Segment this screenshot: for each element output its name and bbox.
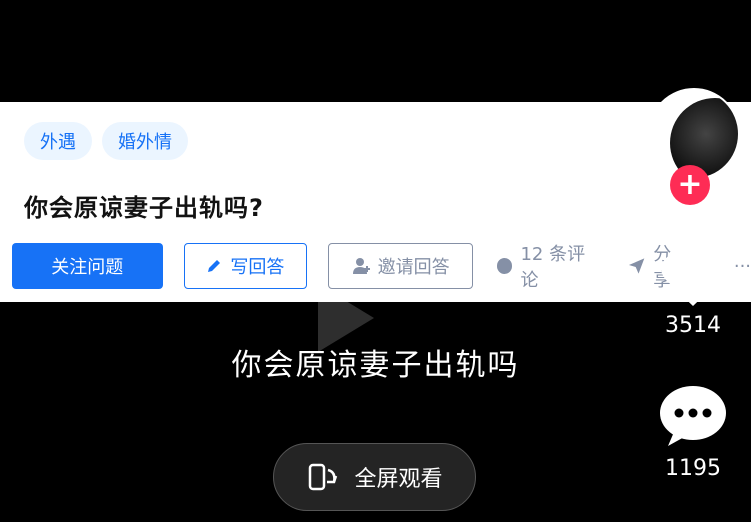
- invite-answer-button[interactable]: 邀请回答: [328, 243, 474, 289]
- question-actions: 关注问题 写回答 邀请回答 12 条评论 分享 ···: [12, 240, 751, 292]
- tag-list: 外遇 婚外情: [24, 122, 188, 160]
- write-answer-button[interactable]: 写回答: [183, 243, 308, 289]
- tag-affair[interactable]: 外遇: [24, 122, 92, 160]
- comments-link[interactable]: 12 条评论: [497, 240, 600, 292]
- write-answer-label: 写回答: [230, 257, 285, 278]
- like-count: 3514: [665, 313, 721, 338]
- pencil-icon: [208, 260, 221, 272]
- comment-count: 1195: [665, 456, 721, 481]
- follow-plus-button[interactable]: +: [670, 165, 710, 205]
- share-icon: [628, 258, 645, 274]
- follow-question-label: 关注问题: [51, 257, 124, 278]
- comment-bubble-icon[interactable]: [658, 384, 728, 448]
- fullscreen-button[interactable]: 全屏观看: [273, 443, 476, 511]
- rotate-screen-icon: [309, 463, 338, 491]
- comment-icon: [497, 258, 513, 274]
- question-card: 外遇 婚外情 你会原谅妻子出轨吗? 关注问题 写回答 邀请回答 12 条评论 分…: [0, 102, 751, 302]
- heart-icon[interactable]: [660, 252, 726, 308]
- more-icon[interactable]: ···: [734, 256, 751, 277]
- invite-user-icon: [352, 258, 370, 274]
- comments-label: 12 条评论: [520, 244, 586, 291]
- invite-answer-label: 邀请回答: [377, 257, 450, 278]
- fullscreen-label: 全屏观看: [354, 467, 443, 492]
- video-caption: 你会原谅妻子出轨吗: [231, 348, 520, 383]
- question-title: 你会原谅妻子出轨吗?: [24, 194, 264, 222]
- tag-extramarital[interactable]: 婚外情: [102, 122, 188, 160]
- follow-question-button[interactable]: 关注问题: [12, 243, 163, 289]
